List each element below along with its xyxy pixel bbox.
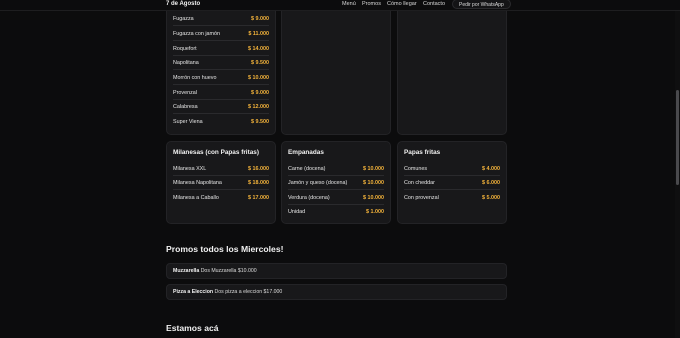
menu-item-price: $ 17.000: [248, 195, 269, 201]
menu-item-price: $ 10.000: [363, 166, 384, 172]
menu-item-name: Comunes: [404, 166, 428, 172]
menu-card: [397, 0, 507, 135]
menu-item-name: Milanesa XXL: [173, 166, 207, 172]
menu-item-price: $ 5.000: [482, 195, 500, 201]
menu-item-price: $ 9.000: [251, 16, 269, 22]
promo-item: Muzzarella Dos Muzzarella $10.000: [166, 263, 507, 279]
nav-link-promos[interactable]: Promos: [362, 1, 381, 7]
menu-item-price: $ 11.000: [248, 31, 269, 37]
menu-item-name: Unidad: [288, 209, 306, 215]
menu-item-name: Con provenzal: [404, 195, 439, 201]
divider: [404, 189, 500, 190]
scrollbar-thumb[interactable]: [676, 90, 679, 185]
menu-item-name: Jamón y queso (docena): [288, 180, 348, 186]
divider: [173, 175, 269, 176]
menu-item-name: Provenzal: [173, 90, 197, 96]
menu-item-price: $ 14.000: [248, 46, 269, 52]
brand-title[interactable]: 7 de Agosto: [166, 1, 200, 7]
card-title: Milanesas (con Papas fritas): [173, 149, 259, 156]
card-title: Papas fritas: [404, 149, 441, 156]
divider: [288, 189, 384, 190]
menu-item-price: $ 4.000: [482, 166, 500, 172]
menu-item-price: $ 6.000: [482, 180, 500, 186]
divider: [173, 113, 269, 114]
milanesas-card: Milanesas (con Papas fritas) Milanesa XX…: [166, 141, 276, 224]
divider: [404, 175, 500, 176]
divider: [288, 204, 384, 205]
menu-item-name: Fugazza: [173, 16, 194, 22]
card-title: Empanadas: [288, 149, 324, 156]
divider: [173, 55, 269, 56]
divider: [173, 189, 269, 190]
nav-link-menu[interactable]: Menú: [342, 1, 356, 7]
nav-link-como-llegar[interactable]: Cómo llegar: [387, 1, 417, 7]
menu-item-name: Calabresa: [173, 104, 198, 110]
menu-item-name: Con cheddar: [404, 180, 435, 186]
menu-item-price: $ 10.000: [363, 180, 384, 186]
menu-item-name: Verdura (docena): [288, 195, 330, 201]
divider: [173, 25, 269, 26]
scrollbar[interactable]: [675, 0, 680, 338]
promo-name: Muzzarella: [173, 268, 200, 274]
promo-name: Pizza a Eleccion: [173, 289, 214, 295]
menu-item-name: Milanesa Napolitana: [173, 180, 222, 186]
promos-title: Promos todos los Miercoles!: [166, 244, 284, 254]
menu-item-name: Carne (docena): [288, 166, 326, 172]
menu-item-name: Milanesa a Caballo: [173, 195, 219, 201]
location-title: Estamos acá: [166, 323, 219, 333]
empanadas-card: Empanadas Carne (docena) $ 10.000 Jamón …: [281, 141, 391, 224]
promo-item: Pizza a Eleccion Dos pizza a eleccion $1…: [166, 284, 507, 300]
menu-item-price: $ 10.000: [363, 195, 384, 201]
papas-fritas-card: Papas fritas Comunes $ 4.000 Con cheddar…: [397, 141, 507, 224]
promo-desc: Dos pizza a eleccion $17.000: [214, 289, 283, 295]
promo-desc: Dos Muzzarella $10.000: [200, 268, 257, 274]
menu-item-price: $ 16.000: [248, 166, 269, 172]
menu-item-name: Fugazza con jamón: [173, 31, 221, 37]
menu-card: [281, 0, 391, 135]
menu-item-price: $ 10.000: [248, 75, 269, 81]
menu-item-name: Morrón con huevo: [173, 75, 217, 81]
menu-item-name: Super Viena: [173, 119, 203, 125]
menu-item-price: $ 9.000: [251, 90, 269, 96]
divider: [173, 69, 269, 70]
menu-item-price: $ 9.500: [251, 60, 269, 66]
divider: [173, 84, 269, 85]
nav-link-contacto[interactable]: Contacto: [423, 1, 445, 7]
pizzas-card: Fugazza $ 9.000 Fugazza con jamón $ 11.0…: [166, 0, 276, 135]
top-header: 7 de Agosto Menú Promos Cómo llegar Cont…: [0, 0, 680, 11]
menu-item-name: Roquefort: [173, 46, 197, 52]
menu-item-price: $ 12.000: [248, 104, 269, 110]
menu-item-price: $ 18.000: [248, 180, 269, 186]
divider: [288, 175, 384, 176]
divider: [173, 40, 269, 41]
divider: [173, 99, 269, 100]
whatsapp-order-button[interactable]: Pedir por WhatsApp: [452, 0, 511, 9]
menu-item-name: Napolitana: [173, 60, 199, 66]
menu-item-price: $ 1.000: [366, 209, 384, 215]
menu-item-price: $ 9.500: [251, 119, 269, 125]
